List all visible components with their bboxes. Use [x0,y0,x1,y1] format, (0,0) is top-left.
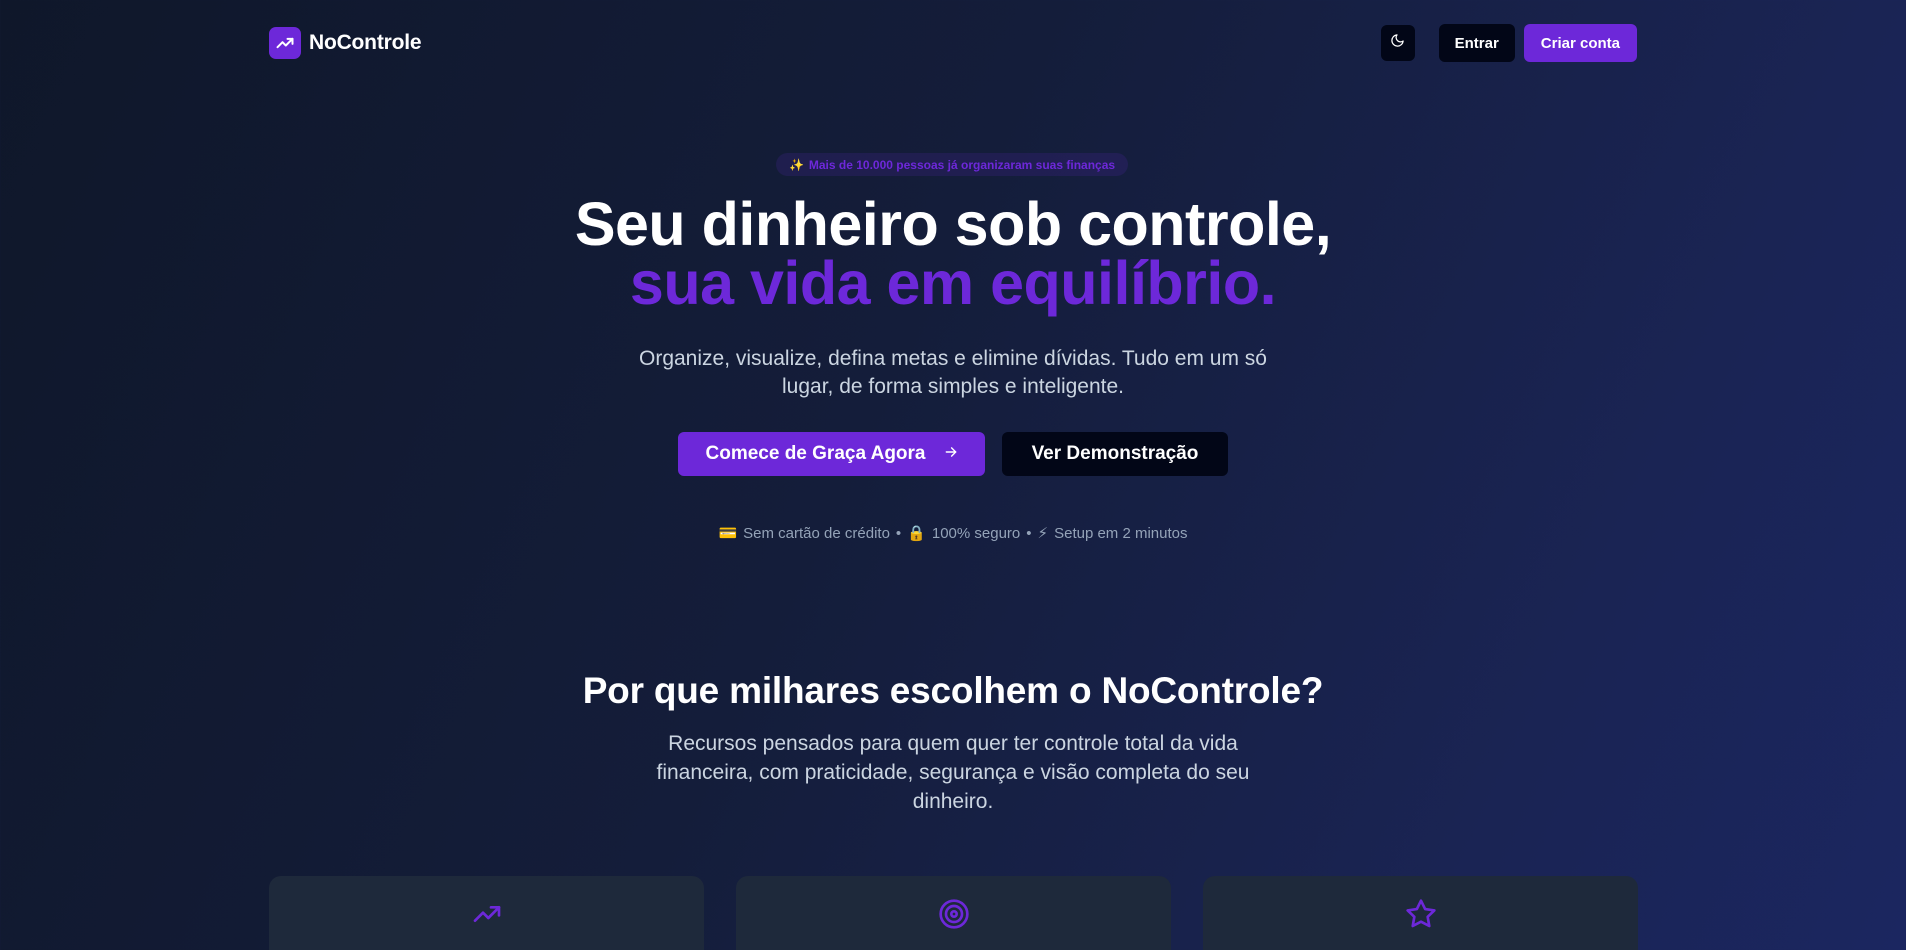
trust-item-setup: Setup em 2 minutos [1054,524,1188,542]
hero-cta-group: Comece de Graça Agora Ver Demonstração [678,432,1228,476]
separator: • [895,524,902,542]
site-header: NoControle Entrar Criar conta [269,23,1637,63]
feature-card [1203,876,1638,950]
hero-subtitle: Organize, visualize, defina metas e elim… [639,347,1267,398]
brand-name: NoControle [309,31,422,54]
sparkles-icon: ✨ [788,157,804,172]
trending-up-icon [471,898,503,950]
signup-button[interactable]: Criar conta [1523,24,1637,62]
trust-item-secure: 100% seguro [931,524,1021,542]
feature-card [269,876,704,950]
lock-icon: 🔒 [907,525,926,542]
features-title: Por que milhares escolhem o NoControle? [582,670,1324,711]
feature-cards [269,876,1638,950]
theme-toggle-button[interactable] [1380,25,1415,61]
header-nav: Entrar Criar conta [1380,24,1637,62]
target-icon [938,898,970,950]
moon-icon [1390,33,1405,53]
hero-title-line1: Seu dinheiro sob controle, [574,190,1332,258]
separator: • [1026,524,1032,542]
hero-title-line2: sua vida em equilíbrio. [629,249,1277,317]
trust-item-no-card: Sem cartão de crédito [743,524,890,542]
login-button[interactable]: Entrar [1438,24,1515,62]
features-subtitle: Recursos pensados para quem quer ter con… [656,732,1250,813]
trust-indicators: 💳 Sem cartão de crédito • 🔒 100% seguro … [0,524,1906,543]
view-demo-button[interactable]: Ver Demonstração [1002,432,1228,476]
credit-card-icon: 💳 [718,525,738,542]
start-free-button[interactable]: Comece de Graça Agora [678,432,985,476]
badge-text: Mais de 10.000 pessoas já organizaram su… [808,157,1116,172]
lightning-icon: ⚡ [1037,525,1049,542]
feature-card [736,876,1171,950]
brand[interactable]: NoControle [269,27,422,59]
trending-up-icon [269,27,301,59]
start-free-label: Comece de Graça Agora [705,443,926,464]
hero-title: Seu dinheiro sob controle, sua vida em e… [0,190,1906,317]
arrow-right-icon [944,443,958,465]
social-proof-badge: ✨ Mais de 10.000 pessoas já organizaram … [776,153,1128,176]
star-icon [1405,898,1437,950]
